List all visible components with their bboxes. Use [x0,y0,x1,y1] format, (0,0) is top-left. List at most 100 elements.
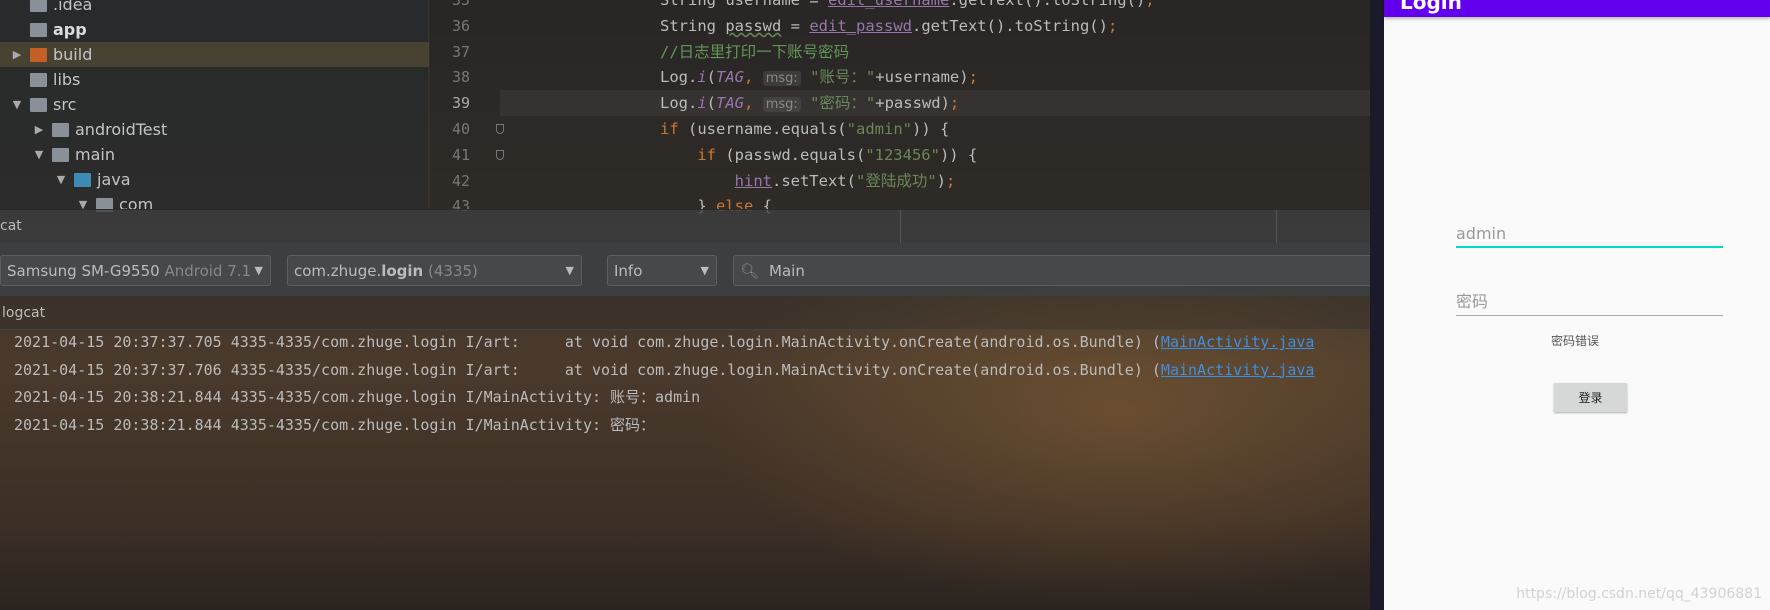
folder-icon [30,22,47,37]
code-line: Log.i(TAG, msg: "密码："+passwd); [660,90,959,116]
log-text: 2021-04-15 20:37:37.705 4335-4335/com.zh… [14,333,1161,351]
tree-item-label: java [97,170,131,189]
device-name: Samsung SM-G9550 [7,261,160,280]
fold-icon[interactable] [496,150,504,160]
fold-icon[interactable] [496,124,504,134]
tree-item-label: build [53,45,93,64]
code-line: if (passwd.equals("123456")) { [660,142,977,168]
code-token: ( [706,68,717,87]
code-token: +passwd) [875,94,950,113]
log-line: 2021-04-15 20:37:37.705 4335-4335/com.zh… [14,329,1314,355]
code-token: TAG [716,68,745,87]
tree-item[interactable]: app [10,17,87,42]
chevron-down-icon: ▼ [565,264,574,277]
device-selector[interactable]: Samsung SM-G9550 Android 7.1 ▼ [0,255,271,286]
code-token: edit_passwd [809,16,912,35]
folder-icon [52,122,69,137]
chevron-right-icon[interactable]: ▶ [10,48,24,61]
logcat-tab-bar: cat [0,209,1383,244]
tree-item[interactable]: ▼ src [10,92,77,117]
source-link[interactable]: MainActivity.java [1161,333,1315,351]
tree-item[interactable]: ▼ java [54,167,131,192]
process-selector[interactable]: com.zhuge. login (4335) ▼ [287,255,582,286]
code-token: (passwd.equals( [716,145,866,164]
line-number: 40 [451,120,470,138]
code-token: ) [936,171,946,190]
tree-item-label: libs [53,70,81,89]
tree-item-label: .idea [53,0,93,14]
chevron-down-icon[interactable]: ▼ [32,148,46,161]
device-version: Android 7.1 [164,261,252,280]
code-token: "账号：" [800,68,876,87]
chevron-right-icon[interactable]: ▶ [32,123,46,136]
code-token: i [697,94,707,113]
search-value: Main [769,261,805,280]
log-text: 2021-04-15 20:38:21.844 4335-4335/com.zh… [14,388,701,406]
process-prefix: com.zhuge. [294,261,382,280]
code-token: hint [734,171,772,190]
code-token: "登陆成功" [855,171,937,190]
logcat-panel-label: logcat [0,296,1383,330]
logcat-tab[interactable]: cat [0,218,22,234]
log-line: 2021-04-15 20:38:21.844 4335-4335/com.zh… [14,412,655,438]
code-token: +username) [875,68,969,87]
folder-icon [30,47,47,62]
emulator-frame [1370,0,1384,610]
code-token: ; [968,68,978,87]
code-token: i [697,68,707,87]
log-level-selector[interactable]: Info ▼ [607,255,717,286]
code-token: )) { [939,145,978,164]
code-token: ; [1145,0,1155,9]
tree-item-label: app [53,20,87,39]
tree-item-label: main [75,145,115,164]
log-text: 2021-04-15 20:37:37.706 4335-4335/com.zh… [14,360,1161,379]
code-token: "admin" [846,120,912,138]
tree-item[interactable]: ▶ androidTest [32,117,167,142]
code-line: Log.i(TAG, msg: "账号："+username); [660,64,978,90]
code-token: String username = [660,0,828,9]
line-number: 38 [451,68,470,87]
logcat-toolbar: Samsung SM-G9550 Android 7.1 ▼ com.zhuge… [0,243,1383,296]
code-line: //日志里打印一下账号密码 [660,39,849,65]
log-line: 2021-04-15 20:37:37.706 4335-4335/com.zh… [14,357,1314,383]
line-number: 41 [451,145,470,164]
code-line: String passwd = edit_passwd.getText().to… [660,13,1117,39]
chevron-down-icon[interactable]: ▼ [10,98,24,111]
app-bar: Login [1384,0,1770,17]
process-name: login [381,261,424,280]
source-link[interactable]: MainActivity.java [1161,361,1315,379]
code-token: ; [1107,16,1118,35]
log-level: Info [614,261,643,280]
login-button[interactable]: 登录 [1554,383,1627,412]
code-token: ; [949,94,960,113]
folder-icon [30,97,47,112]
folder-icon [74,172,91,187]
search-input[interactable]: 🔍︎ Main [733,255,1383,286]
code-token: passwd [725,16,782,35]
code-token: msg: [762,97,801,113]
app-title: Login [1400,0,1462,14]
process-pid: (4335) [428,261,478,280]
code-line: hint.setText("登陆成功"); [660,168,956,194]
code-token: Log. [660,94,698,113]
tree-item[interactable]: ▶ build [0,42,429,67]
code-line: String username = edit_username.getText(… [660,0,1155,13]
project-tree: .idea app ▶ build libs ▼ src ▶ androidTest ▼ main ▼… [0,0,429,214]
tree-item[interactable]: ▼ main [32,142,115,167]
tree-item-label: androidTest [75,120,168,139]
code-token: = [781,16,810,35]
folder-icon [30,72,47,87]
password-field[interactable]: 密码 [1456,288,1723,316]
tree-item[interactable]: .idea [10,0,92,17]
chevron-down-icon[interactable]: ▼ [54,173,68,186]
code-token: Log. [660,68,698,87]
tree-item[interactable]: libs [10,67,80,92]
code-token: msg: [762,71,801,87]
line-number: 36 [451,16,470,35]
chevron-down-icon: ▼ [254,264,263,277]
code-token: .getText().toString() [911,16,1108,35]
line-number: 42 [451,171,470,190]
username-field[interactable]: admin [1456,224,1723,248]
